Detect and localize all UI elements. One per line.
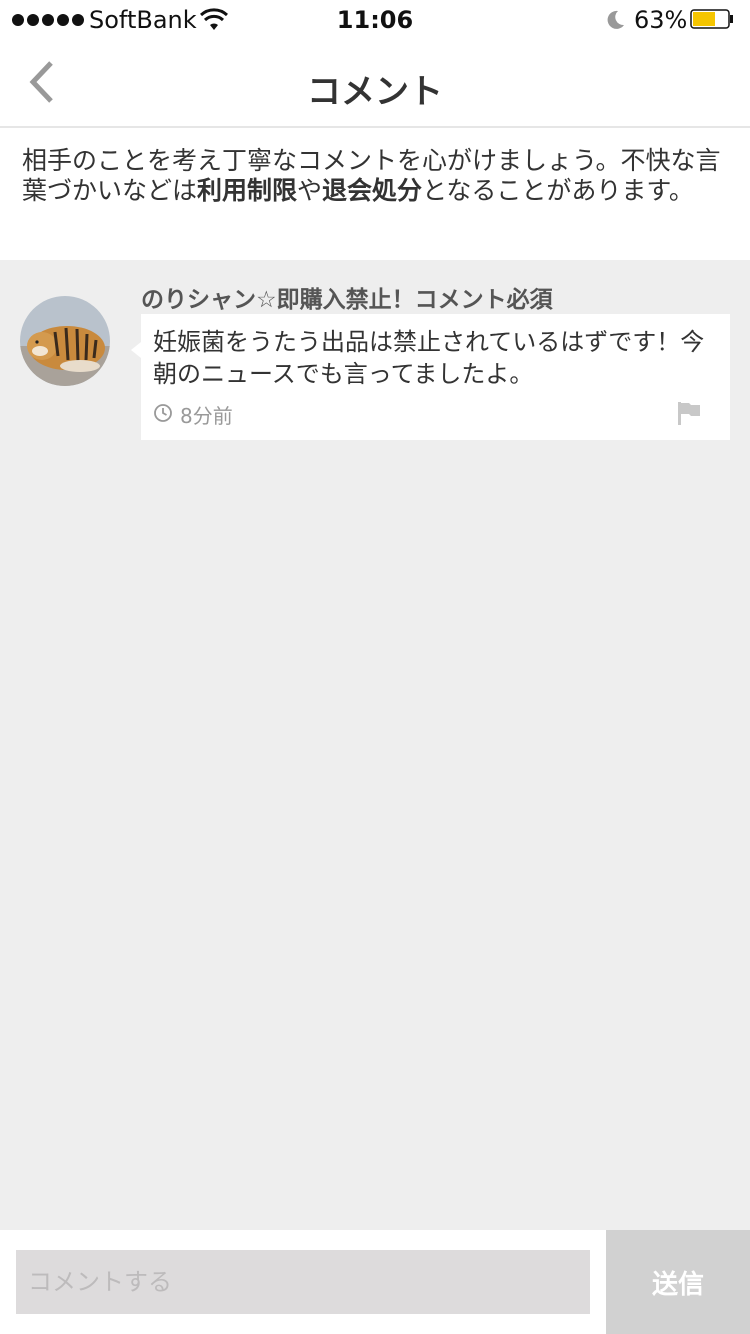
nav-bar: コメント: [0, 40, 750, 128]
comment-guideline-notice: 相手のことを考え丁寧なコメントを心がけましょう。不快な言葉づかいなどは利用制限や…: [0, 128, 750, 260]
tiger-avatar-icon: [20, 296, 110, 386]
comment-input-bar: 送信: [0, 1230, 750, 1334]
comment-screen: SoftBank 11:06 63% コメント 相手のことを考え丁寧なコメントを…: [0, 0, 750, 1334]
battery-icon: [690, 9, 733, 29]
battery-percent: 63%: [634, 6, 688, 34]
notice-bold-usage-restriction: 利用制限: [197, 176, 298, 205]
comment-username[interactable]: のりシャン☆即購入禁止！コメント必須: [141, 280, 553, 314]
notice-bold-withdrawal: 退会処分: [322, 176, 423, 205]
send-button[interactable]: 送信: [606, 1230, 750, 1334]
notice-text-mid: や: [297, 176, 323, 205]
comment-timestamp: 8分前: [180, 404, 233, 428]
avatar[interactable]: [20, 296, 110, 386]
notice-text-end: となることがあります。: [422, 176, 694, 205]
report-flag-icon[interactable]: [676, 400, 702, 426]
comment-bubble: 妊娠菌をうたう出品は禁止されているはずです！今朝のニュースでも言ってましたよ。 …: [131, 314, 730, 440]
page-title: コメント: [307, 72, 443, 112]
clock-icon: [154, 404, 172, 422]
comment-input[interactable]: [16, 1250, 590, 1314]
status-bar: SoftBank 11:06 63%: [0, 0, 750, 40]
comment-text: 妊娠菌をうたう出品は禁止されているはずです！今朝のニュースでも言ってましたよ。: [153, 328, 705, 388]
moon-icon: [607, 10, 624, 29]
